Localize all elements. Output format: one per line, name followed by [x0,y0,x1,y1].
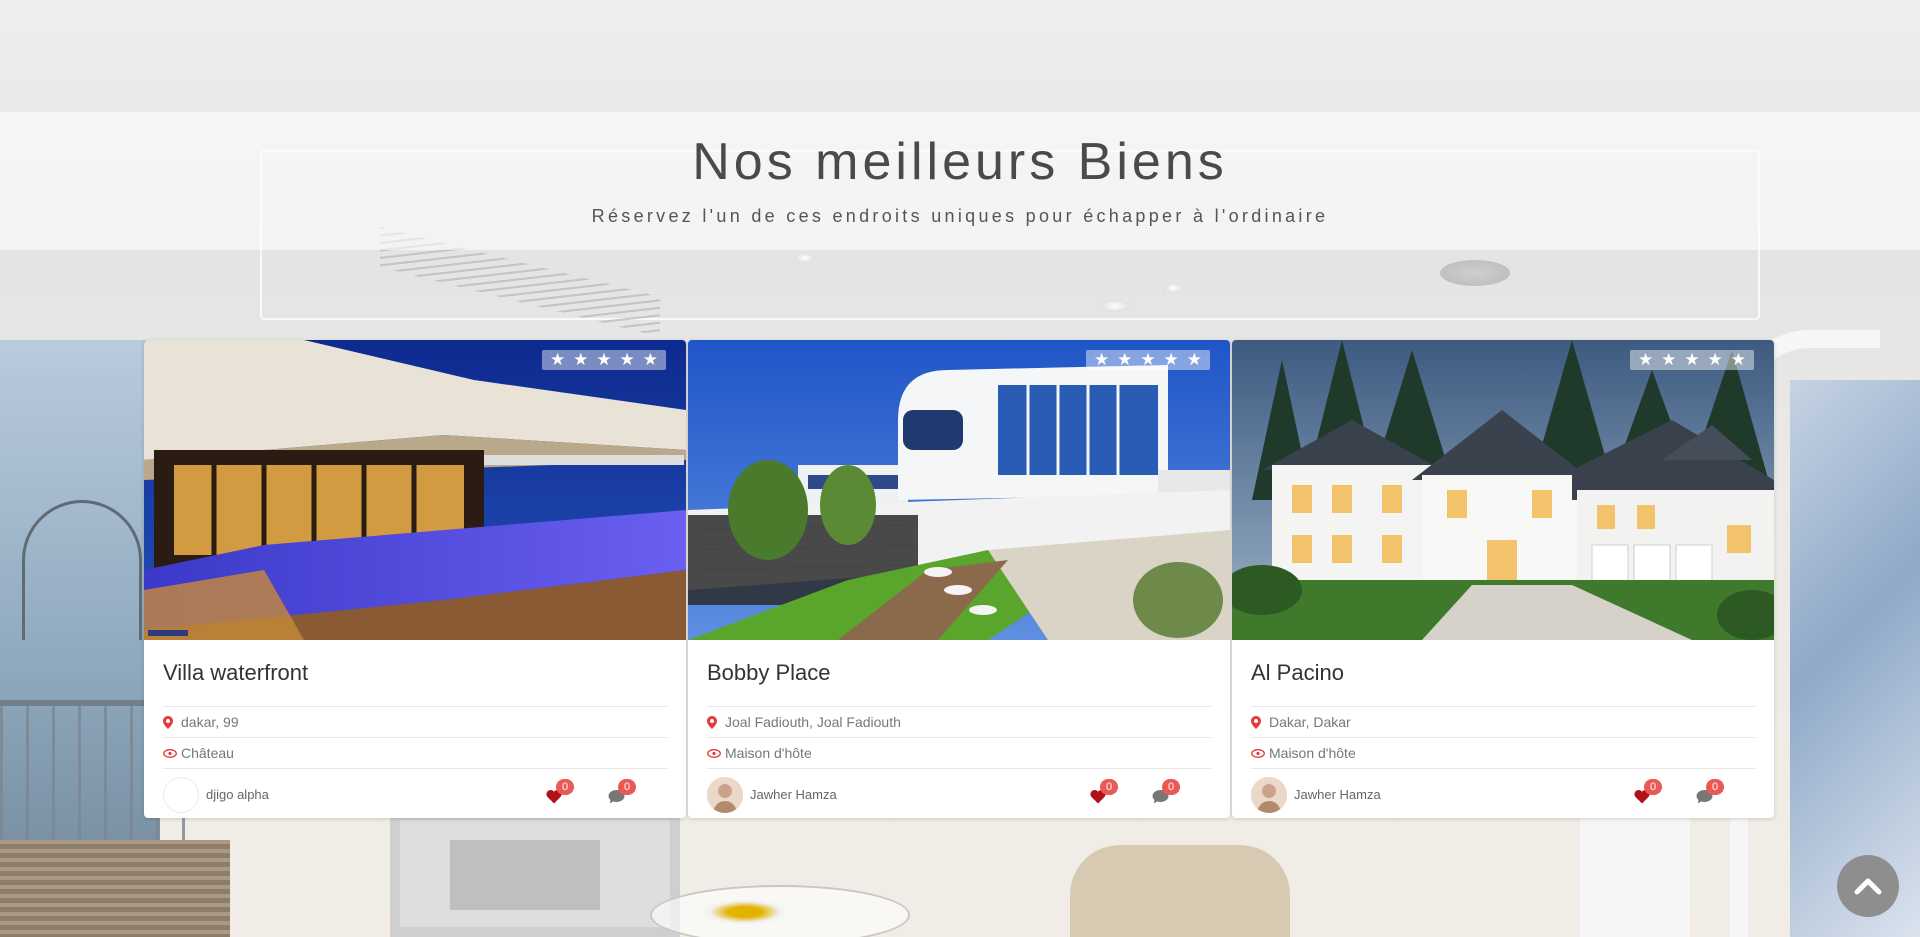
likes-counter[interactable]: 0 [1634,779,1662,807]
property-photo [144,340,686,640]
comments-counter[interactable]: 0 [608,779,636,807]
star-icon: ★ [1661,350,1677,370]
star-icon: ★ [1093,350,1110,370]
section-header: Nos meilleurs Biens Réservez l'un de ces… [0,112,1920,250]
star-icon: ★ [1163,350,1179,370]
location-text: Dakar, Dakar [1269,714,1351,730]
chevron-up-icon [1854,878,1882,895]
likes-count-badge: 0 [556,779,574,795]
property-image[interactable]: ★ ★ ★ ★ ★ [688,340,1230,640]
avatar[interactable] [1251,776,1287,813]
property-location: Dakar, Dakar [1251,706,1755,737]
type-text: Château [181,745,234,761]
star-icon: ★ [1117,350,1133,370]
author-name[interactable]: djigo alpha [206,787,269,802]
type-text: Maison d'hôte [1269,745,1356,761]
card-footer: djigo alpha 0 0 [163,768,667,818]
star-icon: ★ [1707,350,1723,370]
star-icon: ★ [596,350,612,370]
property-card[interactable]: ★ ★ ★ ★ ★ Bobby Place Joal Fadiouth, Joa… [688,340,1230,818]
card-footer: Jawher Hamza 0 0 [707,768,1211,818]
property-type: Maison d'hôte [707,737,1211,768]
ceiling-light [1100,300,1130,312]
type-text: Maison d'hôte [725,745,812,761]
ceiling-speaker [1440,260,1510,286]
scroll-to-top-button[interactable] [1837,855,1899,917]
likes-counter[interactable]: 0 [546,779,574,807]
wall-painting [1790,380,1920,937]
map-pin-icon [1251,715,1267,729]
comments-counter[interactable]: 0 [1152,779,1180,807]
property-card[interactable]: ★ ★ ★ ★ ★ Al Pacino Dakar, Dakar Maison … [1232,340,1774,818]
comments-count-badge: 0 [618,779,636,795]
rating-stars: ★ ★ ★ ★ ★ [542,350,666,370]
avatar[interactable] [163,776,199,813]
rating-stars: ★ ★ ★ ★ ★ [1086,350,1210,370]
location-text: dakar, 99 [181,714,239,730]
property-location: dakar, 99 [163,706,667,737]
page-subtitle: Réservez l'un de ces endroits uniques po… [591,206,1329,226]
property-photo [688,340,1230,640]
comments-count-badge: 0 [1162,779,1180,795]
property-title[interactable]: Al Pacino [1251,654,1755,692]
ceiling-light [795,253,815,263]
eye-icon [163,748,179,758]
eye-icon [1251,748,1267,758]
rating-stars: ★ ★ ★ ★ ★ [1630,350,1754,370]
decor-bowl [705,900,785,924]
sofa [1070,845,1290,937]
star-icon: ★ [1186,350,1202,370]
star-icon: ★ [1140,350,1156,370]
property-location: Joal Fadiouth, Joal Fadiouth [707,706,1211,737]
property-card-list: ★ ★ ★ ★ ★ Villa waterfront dakar, 99 Châ… [144,340,1774,818]
location-text: Joal Fadiouth, Joal Fadiouth [725,714,901,730]
author-name[interactable]: Jawher Hamza [1294,787,1381,802]
star-icon: ★ [619,350,635,370]
balcony-deck [0,840,230,937]
author-name[interactable]: Jawher Hamza [750,787,837,802]
property-title[interactable]: Bobby Place [707,654,1211,692]
avatar[interactable] [707,776,743,813]
eye-icon [707,748,723,758]
property-image[interactable]: ★ ★ ★ ★ ★ [1232,340,1774,640]
star-icon: ★ [642,350,658,370]
map-pin-icon [707,715,723,729]
property-card[interactable]: ★ ★ ★ ★ ★ Villa waterfront dakar, 99 Châ… [144,340,686,818]
map-pin-icon [163,715,179,729]
ceiling-light [1163,283,1183,293]
column [1580,810,1690,937]
property-title[interactable]: Villa waterfront [163,654,667,692]
likes-count-badge: 0 [1100,779,1118,795]
property-type: Château [163,737,667,768]
property-image[interactable]: ★ ★ ★ ★ ★ [144,340,686,640]
property-type: Maison d'hôte [1251,737,1755,768]
card-footer: Jawher Hamza 0 0 [1251,768,1755,818]
star-icon: ★ [573,350,589,370]
property-photo [1232,340,1774,640]
star-icon: ★ [1730,350,1746,370]
comments-count-badge: 0 [1706,779,1724,795]
star-icon: ★ [1684,350,1700,370]
comments-counter[interactable]: 0 [1696,779,1724,807]
likes-count-badge: 0 [1644,779,1662,795]
likes-counter[interactable]: 0 [1090,779,1118,807]
star-icon: ★ [549,350,566,370]
fireplace [390,810,680,937]
page-title: Nos meilleurs Biens [692,133,1228,191]
star-icon: ★ [1637,350,1654,370]
bridge-view [22,500,142,640]
